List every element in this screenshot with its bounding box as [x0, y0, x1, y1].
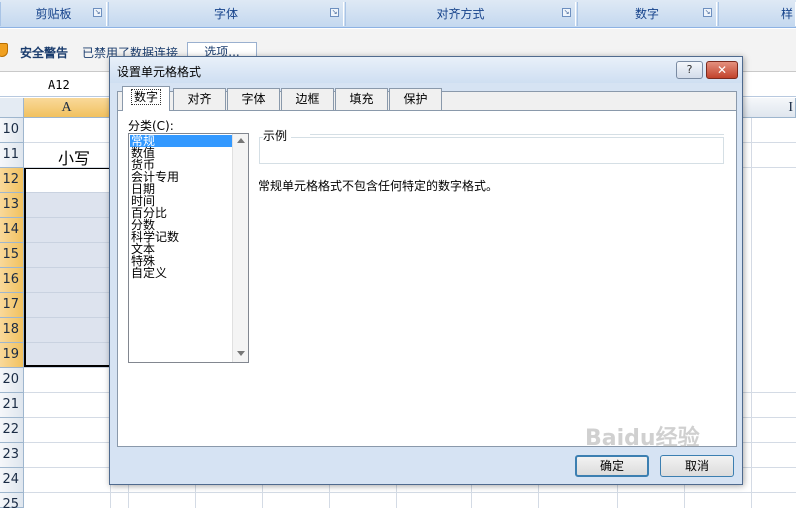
- ribbon-group-number: 数字 ↘: [577, 2, 717, 26]
- selection-border-bottom: [24, 365, 110, 367]
- dialog-launcher-icon[interactable]: ↘: [330, 8, 339, 17]
- category-listbox[interactable]: 常规 数值 货币 会计专用 日期 时间 百分比 分数 科学记数 文本 特殊 自定…: [128, 133, 249, 363]
- row-header[interactable]: 17: [0, 293, 24, 318]
- ribbon-group-label: 字体: [213, 7, 238, 21]
- number-tab-panel: 分类(C): 常规 数值 货币 会计专用 日期 时间 百分比 分数 科学记数 文…: [118, 110, 736, 446]
- close-button[interactable]: ✕: [706, 61, 738, 79]
- ribbon-group-label: 对齐方式: [436, 7, 485, 21]
- row-header[interactable]: 18: [0, 318, 24, 343]
- tab-font[interactable]: 字体: [227, 88, 280, 110]
- dialog-launcher-icon[interactable]: ↘: [703, 8, 712, 17]
- tab-border[interactable]: 边框: [281, 88, 334, 110]
- ok-button[interactable]: 确定: [575, 455, 649, 477]
- scroll-up-icon[interactable]: [237, 138, 245, 143]
- name-box[interactable]: A12: [0, 75, 108, 95]
- column-header-a[interactable]: A: [24, 98, 110, 118]
- column-header-i[interactable]: I: [743, 98, 796, 118]
- category-item[interactable]: 自定义: [130, 267, 232, 279]
- selected-cell[interactable]: [24, 193, 110, 218]
- tab-protection[interactable]: 保护: [389, 88, 442, 110]
- selected-cell[interactable]: [24, 293, 110, 318]
- grid-line: [24, 492, 796, 493]
- row-header[interactable]: 11: [0, 143, 24, 168]
- selected-cell[interactable]: [24, 318, 110, 343]
- category-scrollbar[interactable]: [232, 134, 248, 362]
- row-header[interactable]: 14: [0, 218, 24, 243]
- cell-a11-text[interactable]: 小写: [58, 145, 90, 169]
- security-warning-title: 安全警告: [20, 46, 69, 60]
- format-description: 常规单元格格式不包含任何特定的数字格式。: [258, 179, 499, 193]
- category-label: 分类(C):: [128, 119, 174, 133]
- ribbon-group-label: 样: [780, 7, 793, 21]
- cancel-button[interactable]: 取消: [660, 455, 734, 477]
- dialog-launcher-icon[interactable]: ↘: [93, 8, 102, 17]
- watermark: Baidu经验: [585, 426, 700, 451]
- tab-fill[interactable]: 填充: [335, 88, 388, 110]
- row-header[interactable]: 25: [0, 493, 24, 508]
- row-header[interactable]: 24: [0, 468, 24, 493]
- dialog-titlebar[interactable]: 设置单元格格式 ? ✕: [110, 57, 742, 83]
- selected-cell[interactable]: [24, 243, 110, 268]
- sample-box: [259, 137, 724, 164]
- grid-line: [751, 118, 752, 508]
- row-header[interactable]: 10: [0, 118, 24, 143]
- row-header[interactable]: 20: [0, 368, 24, 393]
- row-header[interactable]: 16: [0, 268, 24, 293]
- selection-border-left: [24, 167, 26, 367]
- shield-icon: [0, 43, 8, 57]
- ribbon-group-styles: 样: [718, 2, 796, 26]
- dialog-title: 设置单元格格式: [117, 65, 202, 79]
- row-header[interactable]: 15: [0, 243, 24, 268]
- dialog-client: 数字 对齐 字体 边框 填充 保护 分类(C): 常规 数值 货币 会计专用 日…: [117, 86, 737, 447]
- selected-cell[interactable]: [24, 218, 110, 243]
- selected-cell[interactable]: [24, 268, 110, 293]
- sample-group-line: [310, 134, 724, 135]
- row-header[interactable]: 13: [0, 193, 24, 218]
- tab-label: 数字: [130, 89, 161, 105]
- dialog-launcher-icon[interactable]: ↘: [562, 8, 571, 17]
- scroll-down-icon[interactable]: [237, 351, 245, 356]
- ribbon-group-clipboard: 剪贴板 ↘: [0, 2, 107, 26]
- ribbon-group-alignment: 对齐方式 ↘: [345, 2, 576, 26]
- select-all-corner[interactable]: [0, 98, 24, 118]
- row-header[interactable]: 23: [0, 443, 24, 468]
- row-header[interactable]: 22: [0, 418, 24, 443]
- ribbon-group-label: 剪贴板: [35, 7, 72, 21]
- ribbon-group-label: 数字: [634, 7, 659, 21]
- row-header[interactable]: 21: [0, 393, 24, 418]
- row-header[interactable]: 12: [0, 168, 24, 193]
- ribbon: 剪贴板 ↘ 字体 ↘ 对齐方式 ↘ 数字 ↘ 样: [0, 0, 796, 28]
- ribbon-group-font: 字体 ↘: [108, 2, 344, 26]
- row-header[interactable]: 19: [0, 343, 24, 368]
- sample-label: 示例: [263, 127, 292, 144]
- help-button[interactable]: ?: [676, 61, 703, 79]
- active-cell[interactable]: [24, 168, 110, 193]
- tab-alignment[interactable]: 对齐: [173, 88, 226, 110]
- tab-number[interactable]: 数字: [122, 86, 170, 111]
